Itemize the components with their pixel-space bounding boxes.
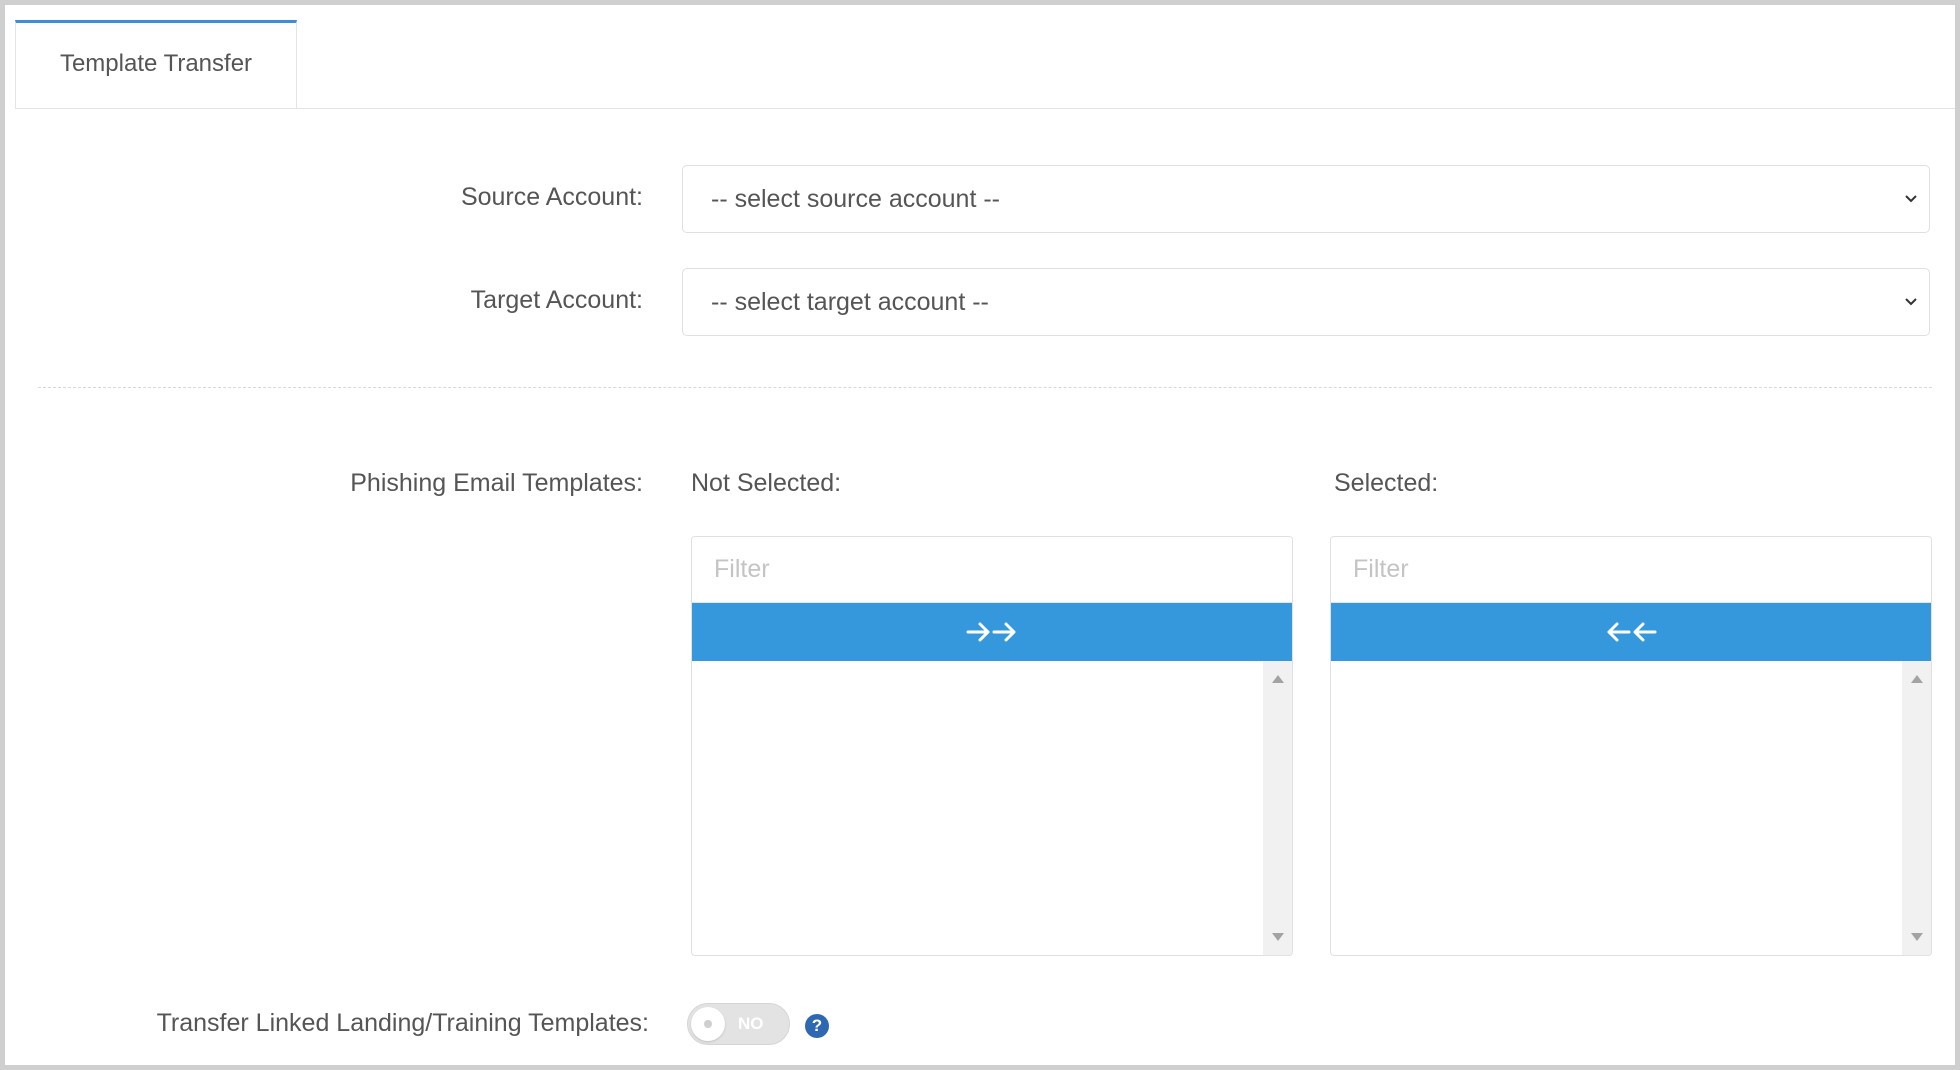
source-account-label: Source Account: <box>460 183 643 211</box>
scroll-up-icon[interactable] <box>1272 675 1284 683</box>
source-account-select[interactable]: -- select source account -- <box>682 165 1930 233</box>
move-all-right-button[interactable] <box>692 603 1292 661</box>
tab-bar: Template Transfer <box>15 20 1955 109</box>
toggle-knob <box>691 1007 725 1041</box>
not-selected-list[interactable] <box>692 661 1292 955</box>
phishing-templates-label: Phishing Email Templates: <box>350 469 643 497</box>
transfer-linked-label: Transfer Linked Landing/Training Templat… <box>156 1009 649 1037</box>
target-account-value: -- select target account -- <box>711 287 989 316</box>
not-selected-box <box>691 536 1293 956</box>
target-account-label: Target Account: <box>470 286 643 314</box>
scroll-up-icon[interactable] <box>1911 675 1923 683</box>
chevron-down-icon <box>1905 195 1917 203</box>
question-mark-icon[interactable]: ? <box>805 1014 829 1038</box>
toggle-state-label: NO <box>738 1014 764 1033</box>
transfer-linked-toggle[interactable]: NO <box>687 1003 790 1045</box>
selected-box <box>1330 536 1932 956</box>
tab-label: Template Transfer <box>59 49 253 77</box>
selected-list[interactable] <box>1331 661 1931 955</box>
section-divider <box>38 387 1932 388</box>
scroll-down-icon[interactable] <box>1911 933 1923 941</box>
double-arrow-right-icon <box>966 622 1016 642</box>
tab-template-transfer[interactable]: Template Transfer <box>15 20 297 108</box>
source-account-value: -- select source account -- <box>711 184 1000 213</box>
move-all-left-button[interactable] <box>1331 603 1931 661</box>
selected-filter-input[interactable] <box>1331 537 1931 603</box>
selected-scrollbar[interactable] <box>1902 661 1931 955</box>
not-selected-heading: Not Selected: <box>691 469 842 497</box>
target-account-select[interactable]: -- select target account -- <box>682 268 1930 336</box>
chevron-down-icon <box>1905 298 1917 306</box>
double-arrow-left-icon <box>1607 622 1657 642</box>
selected-heading: Selected: <box>1334 469 1439 497</box>
not-selected-filter-input[interactable] <box>692 537 1292 603</box>
app-frame: Template Transfer Source Account: -- sel… <box>0 0 1960 1070</box>
scroll-down-icon[interactable] <box>1272 933 1284 941</box>
not-selected-scrollbar[interactable] <box>1263 661 1292 955</box>
